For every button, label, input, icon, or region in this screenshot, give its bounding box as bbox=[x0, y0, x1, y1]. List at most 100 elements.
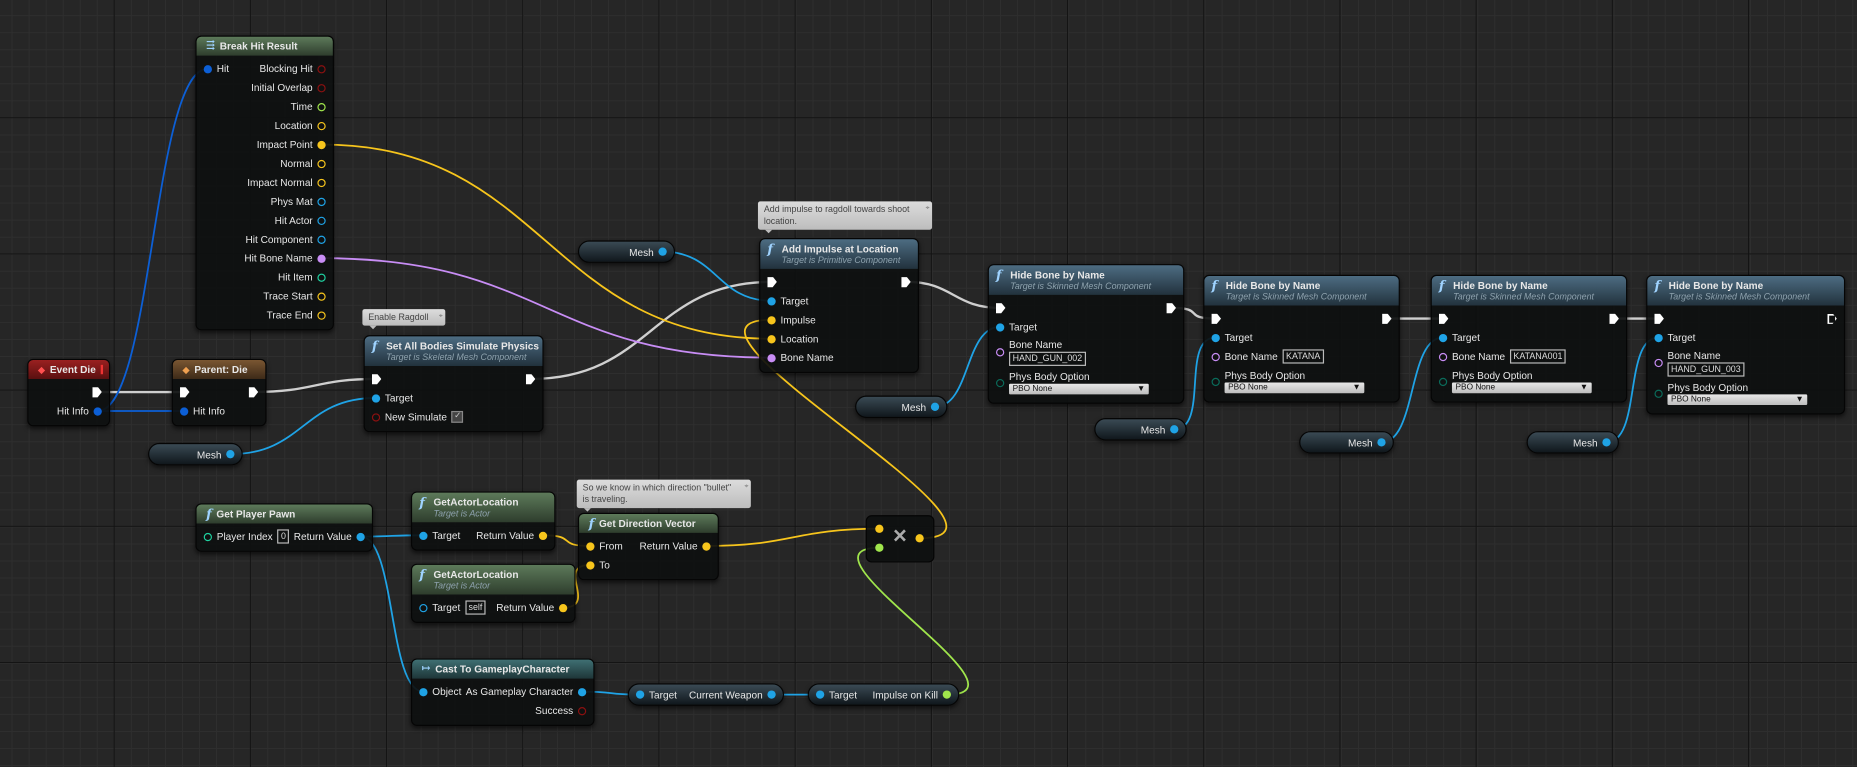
pin-dropdown[interactable]: PBO None ▼ bbox=[1224, 382, 1365, 394]
input-pin[interactable]: Bone Name HAND_GUN_002 bbox=[995, 338, 1086, 366]
pin-default-value-field[interactable]: KATANA bbox=[1282, 349, 1324, 364]
pin-dropdown[interactable]: PBO None ▼ bbox=[1451, 382, 1592, 394]
vector-pin-icon[interactable] bbox=[317, 159, 326, 168]
node-header[interactable]: f GetActorLocation Target is Actor bbox=[412, 492, 555, 523]
object-pin-icon[interactable] bbox=[1170, 425, 1179, 434]
variable-getter-node[interactable]: Mesh bbox=[1094, 418, 1187, 441]
delegate-pin-icon[interactable] bbox=[100, 364, 103, 375]
output-pin[interactable]: Return Value bbox=[640, 540, 711, 552]
struct-pin-icon[interactable] bbox=[180, 406, 189, 416]
input-pin[interactable]: Object bbox=[419, 686, 461, 698]
input-pin[interactable]: New Simulate ✓ bbox=[371, 410, 464, 423]
input-pin[interactable]: Target bbox=[635, 689, 677, 701]
exec-pin-icon[interactable] bbox=[1166, 302, 1177, 314]
comment-bubble[interactable]: Enable Ragdoll ⌖ bbox=[362, 309, 446, 330]
node-getactorlocation[interactable]: f GetActorLocation Target is Actor Target se… bbox=[410, 563, 576, 623]
input-pin[interactable]: Phys Body Option PBO None ▼ bbox=[1438, 370, 1592, 394]
exec-pin-icon[interactable] bbox=[371, 373, 382, 385]
node-header[interactable]: f Add Impulse at Location Target is Primit… bbox=[760, 239, 918, 269]
output-pin[interactable]: Mesh bbox=[629, 246, 667, 258]
object-pin-icon[interactable] bbox=[1211, 333, 1220, 342]
output-pin[interactable] bbox=[88, 386, 102, 398]
node-header[interactable]: ↦ Cast To GameplayCharacter bbox=[412, 659, 594, 679]
input-pin[interactable] bbox=[371, 373, 386, 385]
variable-getter-node[interactable]: Mesh bbox=[855, 395, 948, 419]
vector-pin-icon[interactable] bbox=[875, 524, 884, 533]
struct-pin-icon[interactable] bbox=[203, 64, 212, 73]
variable-getter-node[interactable]: Mesh bbox=[1526, 431, 1619, 454]
object-pin-icon[interactable] bbox=[577, 687, 587, 696]
exec-pin-icon[interactable] bbox=[1438, 313, 1449, 324]
object-pin-icon[interactable] bbox=[1602, 438, 1611, 447]
pin-default-value-field[interactable]: 0 bbox=[277, 529, 290, 544]
exec-pin-icon[interactable] bbox=[767, 276, 777, 288]
output-pin[interactable]: Hit Info bbox=[57, 405, 102, 417]
pin-comment-icon[interactable]: ⌖ bbox=[439, 310, 443, 322]
node-event-die[interactable]: ◆ Event Die Hit Info bbox=[27, 358, 111, 427]
input-pin[interactable]: Impulse bbox=[767, 314, 816, 326]
enum-pin-icon[interactable] bbox=[1438, 377, 1448, 386]
vector-pin-icon[interactable] bbox=[317, 121, 326, 130]
node-getactorlocation[interactable]: f GetActorLocation Target is Actor Target Re… bbox=[410, 491, 556, 551]
pin-dropdown[interactable]: PBO None ▼ bbox=[1009, 383, 1149, 395]
object-pin-icon[interactable] bbox=[419, 531, 428, 540]
node-break-hit-result[interactable]: ⇶ Break Hit Result Hit Blocking Hit Initial … bbox=[195, 35, 334, 331]
input-pin[interactable]: Target bbox=[815, 689, 857, 701]
input-pin[interactable] bbox=[1211, 313, 1226, 324]
output-pin[interactable] bbox=[244, 386, 259, 398]
input-pin[interactable]: Target bbox=[767, 295, 808, 307]
object-pin-icon[interactable] bbox=[767, 690, 776, 699]
node-cast-to-gameplaycharacter[interactable]: ↦ Cast To GameplayCharacter Object As Gamep… bbox=[410, 658, 595, 726]
node-header[interactable]: f Get Player Pawn bbox=[196, 504, 372, 524]
output-pin[interactable]: Hit Component bbox=[246, 233, 326, 245]
input-pin[interactable]: Phys Body Option PBO None ▼ bbox=[995, 371, 1149, 395]
object-pin-icon[interactable] bbox=[317, 197, 326, 206]
pin-default-value-field[interactable]: KATANA001 bbox=[1509, 349, 1567, 364]
comment-bubble[interactable]: So we know in which direction "bullet" i… bbox=[576, 479, 751, 512]
output-pin[interactable]: Phys Mat bbox=[271, 195, 326, 207]
exec-pin-icon[interactable] bbox=[92, 386, 102, 398]
output-pin[interactable]: Trace End bbox=[267, 309, 326, 321]
bool-pin-icon[interactable] bbox=[371, 412, 381, 422]
input-pin[interactable]: Target bbox=[1211, 332, 1253, 343]
enum-pin-icon[interactable] bbox=[1211, 377, 1220, 386]
input-pin[interactable]: Target bbox=[371, 392, 413, 404]
object-pin-icon[interactable] bbox=[658, 247, 667, 256]
object-pin-icon[interactable] bbox=[317, 216, 326, 225]
input-pin[interactable]: Target bbox=[995, 321, 1037, 333]
struct-pin-icon[interactable] bbox=[93, 406, 102, 416]
node-header[interactable]: ◆ Parent: Die bbox=[172, 360, 266, 379]
object-pin-icon[interactable] bbox=[815, 690, 825, 699]
object-pin-icon[interactable] bbox=[371, 393, 381, 403]
output-pin[interactable]: Mesh bbox=[1573, 436, 1611, 448]
input-pin[interactable]: Phys Body Option PBO None ▼ bbox=[1654, 381, 1808, 406]
enum-pin-icon[interactable] bbox=[1654, 389, 1663, 398]
output-pin[interactable]: Blocking Hit bbox=[259, 63, 326, 75]
bool-pin-icon[interactable] bbox=[577, 706, 587, 715]
input-pin[interactable]: Target self bbox=[419, 600, 486, 615]
node-header[interactable]: f Set All Bodies Simulate Physics Target i… bbox=[364, 336, 543, 366]
variable-getter-node[interactable]: Mesh bbox=[148, 442, 243, 466]
node-set-all-bodies-simulate-physics[interactable]: f Set All Bodies Simulate Physics Target i… bbox=[363, 335, 544, 433]
input-pin[interactable]: From bbox=[586, 540, 623, 552]
output-pin[interactable]: Current Weapon bbox=[689, 689, 776, 701]
float-pin-icon[interactable] bbox=[942, 690, 951, 699]
object-pin-icon[interactable] bbox=[767, 296, 776, 305]
output-pin[interactable]: Location bbox=[275, 120, 326, 131]
vector-pin-icon[interactable] bbox=[767, 334, 776, 343]
output-pin[interactable]: Hit Bone Name bbox=[244, 252, 326, 264]
exec-pin-icon[interactable] bbox=[1211, 313, 1222, 324]
input-pin[interactable]: Target bbox=[1438, 332, 1480, 343]
name-pin-icon[interactable] bbox=[1654, 358, 1663, 367]
vector-pin-icon[interactable] bbox=[767, 315, 776, 324]
vector-pin-icon[interactable] bbox=[915, 534, 924, 543]
node-hide-bone-by-name[interactable]: f Hide Bone by Name Target is Skinned Mesh… bbox=[1646, 274, 1846, 415]
output-pin[interactable]: Mesh bbox=[901, 401, 940, 413]
enum-pin-icon[interactable] bbox=[995, 378, 1005, 387]
object-pin-icon[interactable] bbox=[1377, 438, 1386, 447]
object-pin-icon[interactable] bbox=[1654, 333, 1663, 342]
output-pin[interactable] bbox=[521, 373, 536, 385]
name-pin-icon[interactable] bbox=[317, 254, 326, 263]
pin-default-value-field[interactable]: self bbox=[464, 600, 486, 615]
input-pin[interactable] bbox=[1654, 313, 1668, 324]
